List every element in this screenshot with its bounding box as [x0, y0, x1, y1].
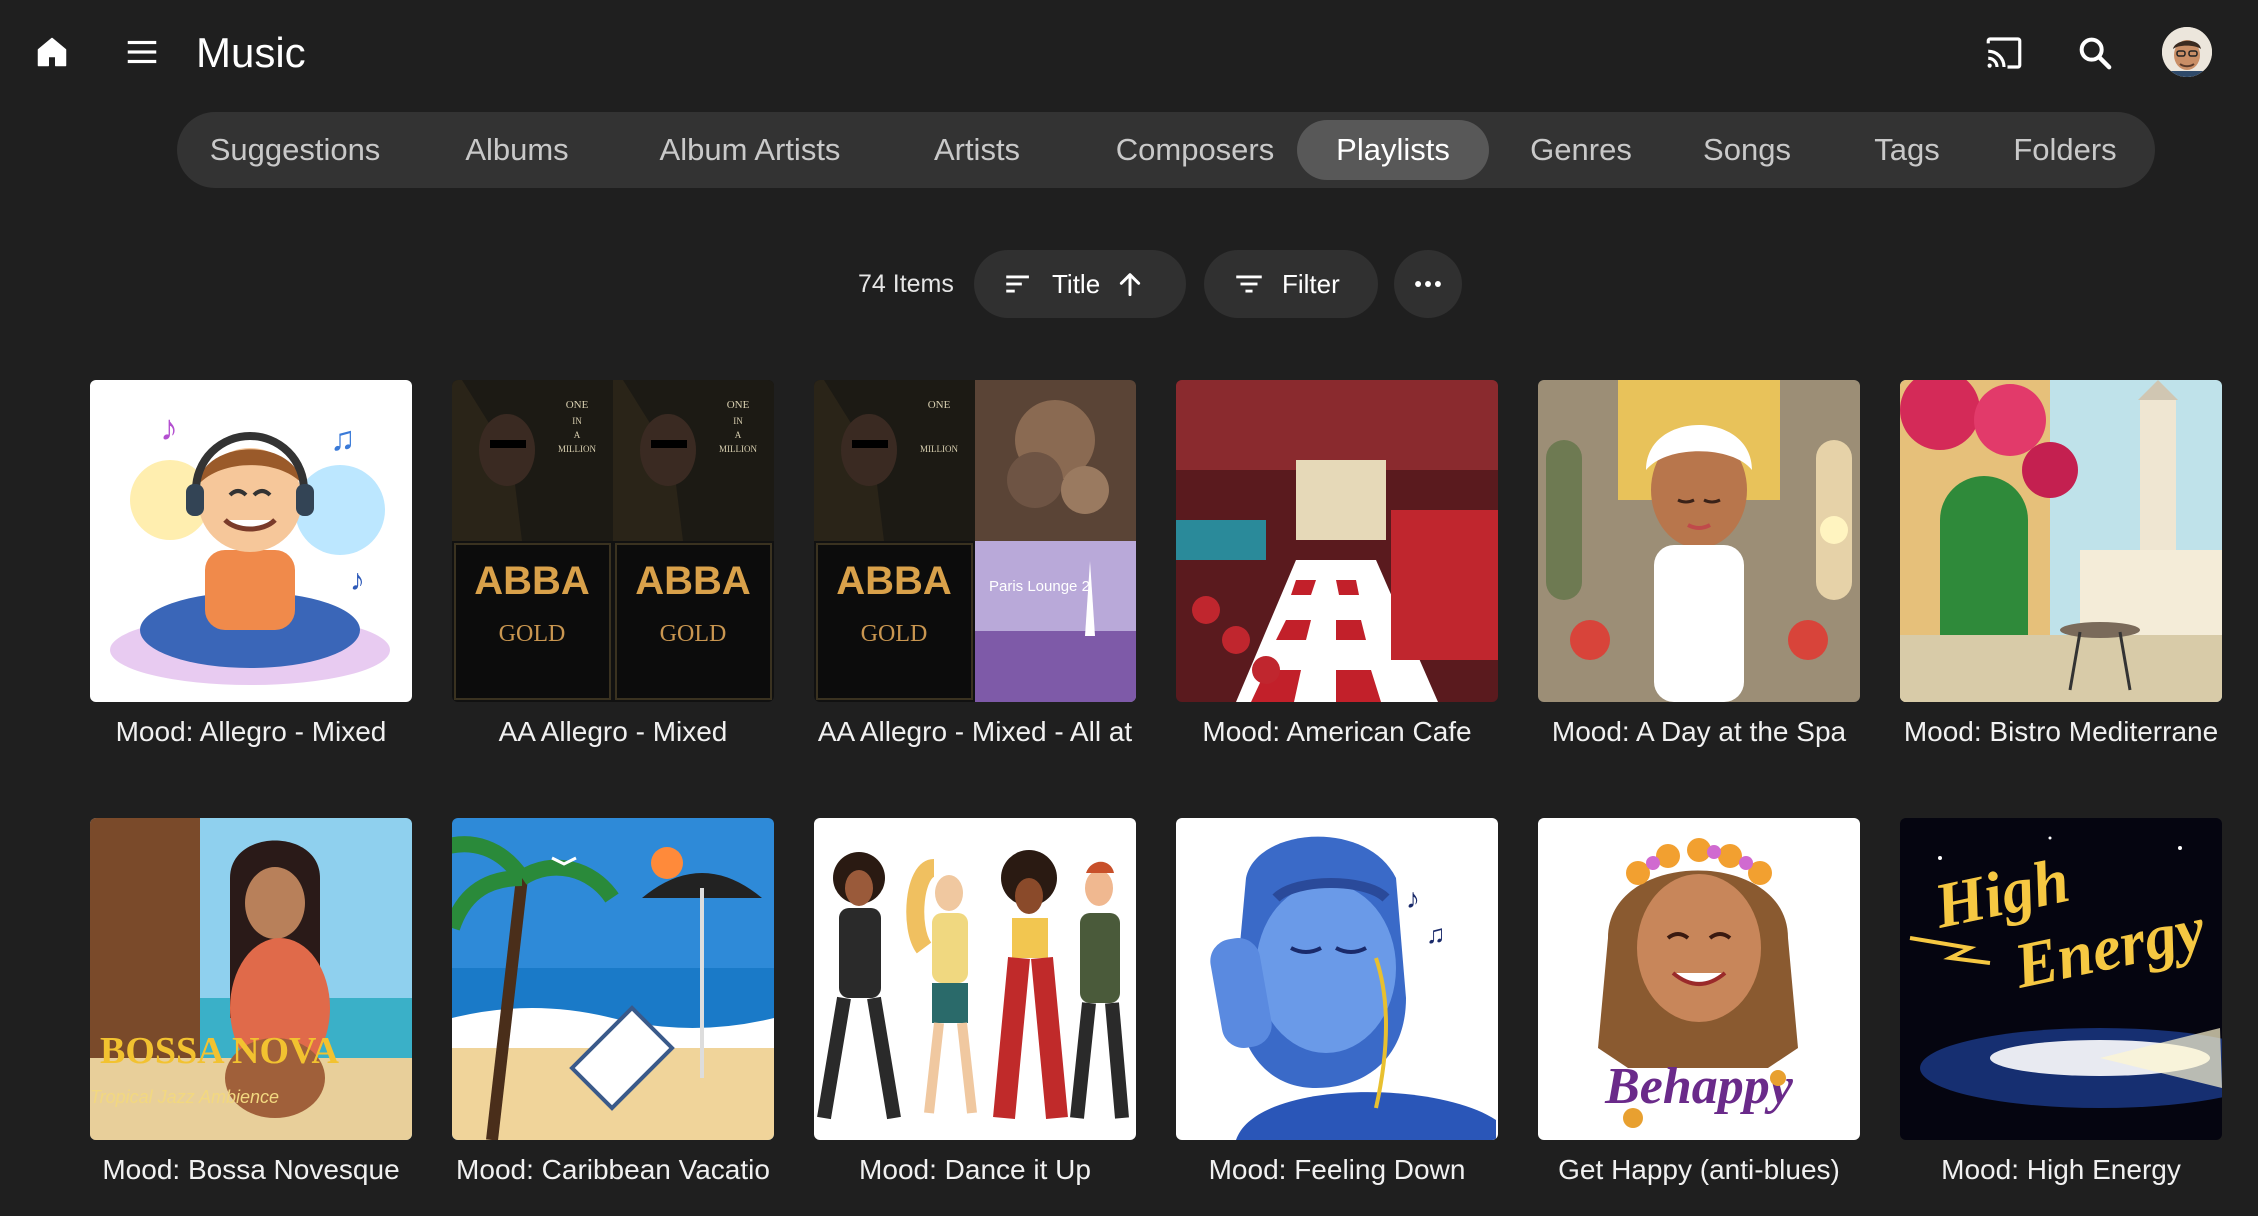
svg-text:♪: ♪ [160, 407, 178, 448]
playlist-title: Mood: Allegro - Mixed [115, 716, 387, 747]
playlist-card[interactable]: BOSSA NOVA Tropical Jazz Ambience Mood: … [90, 818, 412, 1185]
svg-text:♪: ♪ [350, 564, 365, 597]
playlist-card[interactable]: ONE IN A MILLION ONE IN A MILLION ABBA G… [452, 380, 774, 747]
tab-genres[interactable]: Genres [1517, 120, 1645, 180]
playlist-title: Mood: Bistro Mediterrane [1903, 716, 2219, 747]
playlist-title: AA Allegro - Mixed - All at [817, 716, 1133, 747]
svg-text:ABBA: ABBA [836, 559, 952, 603]
playlist-cover[interactable] [1900, 380, 2222, 702]
playlist-cover[interactable]: Behappy [1538, 818, 1860, 1140]
playlist-cover[interactable] [452, 818, 774, 1140]
tab-playlists[interactable]: Playlists [1297, 120, 1489, 180]
playlist-title: Mood: Bossa Novesque [102, 1154, 400, 1185]
more-icon [1411, 267, 1445, 301]
playlist-card[interactable]: ONE MILLION ABBA GOLD Paris Lounge 2 AA … [814, 380, 1136, 747]
category-tabs: Suggestions Albums Album Artists Artists… [177, 112, 2155, 188]
svg-text:MILLION: MILLION [920, 444, 958, 454]
playlist-card[interactable]: Mood: Dance it Up [814, 818, 1136, 1185]
svg-text:Tropical Jazz Ambience: Tropical Jazz Ambience [90, 1087, 279, 1107]
tab-folders[interactable]: Folders [1995, 120, 2135, 180]
svg-text:ABBA: ABBA [474, 559, 590, 603]
playlist-card[interactable]: ♪ ♫ Mood: Feeling Down [1176, 818, 1498, 1185]
playlist-card[interactable]: ♪ ♫ ♪ Mood: Allegro - Mixed [90, 380, 412, 747]
playlist-cover[interactable]: High Energy [1900, 818, 2222, 1140]
playlist-cover[interactable]: ♪ ♫ [1176, 818, 1498, 1140]
more-button[interactable] [1394, 250, 1462, 318]
playlist-card[interactable]: Mood: American Cafe [1176, 380, 1498, 747]
sort-label: Title [1052, 268, 1101, 299]
playlist-cover[interactable] [1538, 380, 1860, 702]
app-title: Music [196, 29, 306, 76]
tab-suggestions[interactable]: Suggestions [195, 120, 395, 180]
svg-text:A: A [735, 430, 742, 440]
svg-text:ONE: ONE [566, 399, 589, 411]
svg-text:IN: IN [733, 416, 743, 426]
sort-icon [1002, 267, 1036, 301]
svg-text:GOLD: GOLD [499, 621, 566, 647]
item-count: 74 Items [858, 270, 954, 298]
playlist-title: Mood: Caribbean Vacatio [456, 1154, 770, 1185]
tab-albums[interactable]: Albums [452, 120, 582, 180]
playlist-cover[interactable] [814, 818, 1136, 1140]
cast-icon[interactable] [1980, 30, 2028, 76]
tab-artists[interactable]: Artists [917, 120, 1037, 180]
top-bar: Music [0, 0, 2258, 110]
playlist-card[interactable]: Mood: A Day at the Spa [1538, 380, 1860, 747]
playlist-card[interactable]: Mood: Caribbean Vacatio [452, 818, 774, 1185]
sort-button[interactable]: Title [974, 250, 1186, 318]
playlist-card[interactable]: High Energy Mood: High Energy [1900, 818, 2222, 1185]
svg-text:♪: ♪ [1406, 883, 1420, 914]
playlist-title: Mood: A Day at the Spa [1551, 716, 1847, 747]
svg-text:MILLION: MILLION [719, 444, 757, 454]
playlist-card[interactable]: Behappy Get Happy (anti-blues) [1538, 818, 1860, 1185]
playlist-card[interactable]: Mood: Bistro Mediterrane [1900, 380, 2222, 747]
arrow-up-icon [1114, 268, 1146, 300]
playlist-title: Mood: American Cafe [1202, 716, 1472, 747]
svg-text:ABBA: ABBA [635, 559, 751, 603]
tab-album-artists[interactable]: Album Artists [637, 120, 863, 180]
filter-icon [1232, 267, 1266, 301]
tab-composers[interactable]: Composers [1087, 120, 1303, 180]
svg-text:Behappy: Behappy [1604, 1058, 1794, 1115]
svg-text:ONE: ONE [928, 399, 951, 411]
playlist-title: Mood: Feeling Down [1208, 1154, 1466, 1185]
svg-text:Paris Lounge 2: Paris Lounge 2 [989, 578, 1090, 595]
playlist-title: AA Allegro - Mixed [498, 716, 728, 747]
svg-text:♫: ♫ [1426, 919, 1446, 949]
filter-button[interactable]: Filter [1204, 250, 1378, 318]
playlist-title: Mood: High Energy [1941, 1154, 2181, 1185]
search-icon[interactable] [2072, 30, 2118, 76]
tab-songs[interactable]: Songs [1687, 120, 1807, 180]
playlist-title: Mood: Dance it Up [859, 1154, 1091, 1185]
filter-label: Filter [1282, 268, 1340, 299]
svg-text:GOLD: GOLD [660, 621, 727, 647]
menu-icon[interactable] [120, 30, 164, 74]
svg-text:♫: ♫ [330, 420, 356, 458]
svg-text:GOLD: GOLD [861, 621, 928, 647]
svg-text:ONE: ONE [727, 399, 750, 411]
home-icon[interactable] [30, 30, 74, 74]
svg-text:MILLION: MILLION [558, 444, 596, 454]
playlist-cover[interactable]: BOSSA NOVA Tropical Jazz Ambience [90, 818, 412, 1140]
playlist-cover[interactable]: ♪ ♫ ♪ [90, 380, 412, 702]
playlist-cover[interactable]: ONE IN A MILLION ONE IN A MILLION ABBA G… [452, 380, 774, 702]
playlist-cover[interactable] [1176, 380, 1498, 702]
playlist-title: Get Happy (anti-blues) [1558, 1154, 1840, 1185]
svg-text:A: A [574, 430, 581, 440]
svg-text:BOSSA NOVA: BOSSA NOVA [100, 1030, 340, 1072]
playlist-cover[interactable]: ONE MILLION ABBA GOLD Paris Lounge 2 [814, 380, 1136, 702]
avatar[interactable] [2162, 27, 2212, 77]
tab-tags[interactable]: Tags [1857, 120, 1957, 180]
svg-text:IN: IN [572, 416, 582, 426]
